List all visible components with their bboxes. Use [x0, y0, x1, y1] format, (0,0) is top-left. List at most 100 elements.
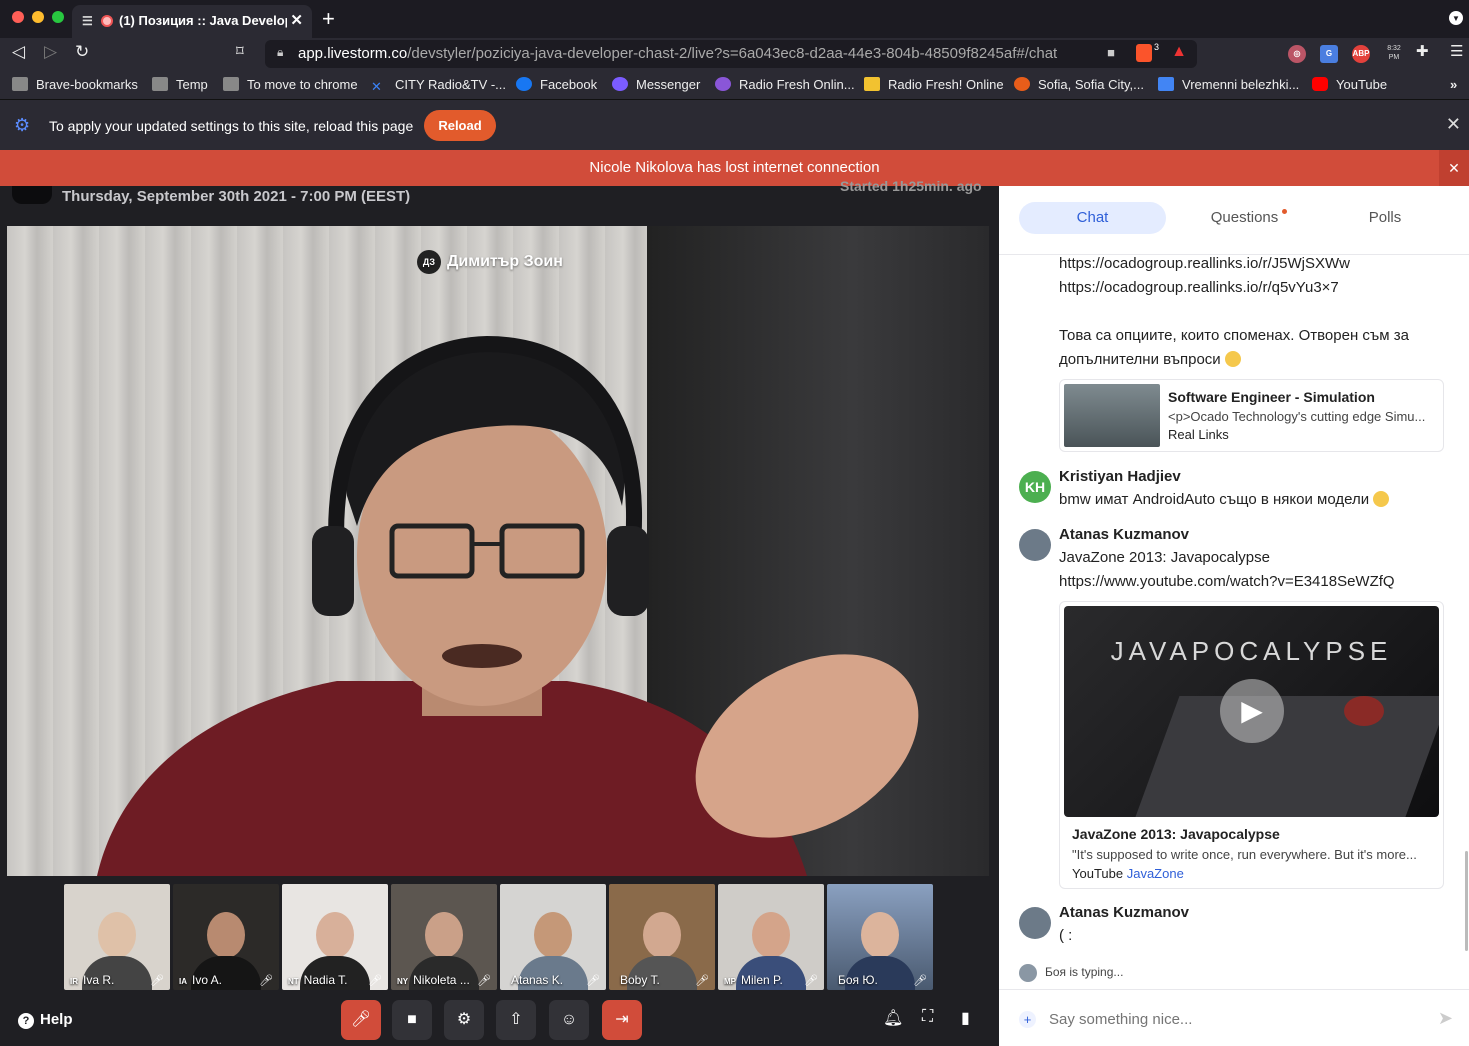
minimize-window-button[interactable]	[32, 11, 44, 23]
address-bar[interactable]: 🔒︎ app.livestorm.co/devstyler/poziciya-j…	[265, 40, 1197, 68]
radio-icon	[864, 77, 880, 91]
chat-link[interactable]: https://ocadogroup.reallinks.io/r/J5WjSX…	[1059, 255, 1350, 272]
participant-tile[interactable]: IR Iva R. 🎤︎	[64, 884, 170, 990]
share-screen-button[interactable]: ⇧	[496, 1000, 536, 1040]
participant-label: Боя Ю.	[838, 973, 878, 987]
close-icon[interactable]: ✕	[1446, 114, 1461, 135]
maximize-window-button[interactable]	[52, 11, 64, 23]
camera-button[interactable]: ■	[392, 1000, 432, 1040]
mic-muted-icon: 🎤︎	[368, 975, 382, 987]
settings-button[interactable]: ⚙	[444, 1000, 484, 1040]
video-thumbnail[interactable]: JAVAPOCALYPSE ▶	[1064, 606, 1439, 817]
bookmark-item[interactable]: Facebook	[516, 77, 597, 92]
camera-icon[interactable]: ■	[1107, 45, 1115, 60]
participant-video	[861, 912, 899, 958]
bookmark-item[interactable]: Temp	[152, 77, 208, 92]
navigation-bar: ◁ ▷ ↻ ⌑ 🔒︎ app.livestorm.co/devstyler/po…	[0, 38, 1469, 70]
forward-icon[interactable]: ▷	[44, 42, 57, 62]
chat-link[interactable]: https://ocadogroup.reallinks.io/r/q5vYu3…	[1059, 279, 1339, 296]
alert-message: Nicole Nikolova has lost internet connec…	[589, 159, 880, 176]
reactions-button[interactable]: ☺	[549, 1000, 589, 1040]
extension-icon[interactable]: ◎	[1288, 45, 1306, 63]
participant-tile[interactable]: NT Nadia T. 🎤︎	[282, 884, 388, 990]
speaker-initials: ДЗ	[417, 250, 441, 274]
bookmarks-bar: Brave-bookmarks Temp To move to chrome ✕…	[0, 70, 1469, 100]
back-icon[interactable]: ◁	[12, 42, 25, 62]
preview-source: Real Links	[1168, 427, 1229, 442]
tab-polls[interactable]: Polls	[1339, 202, 1431, 234]
participant-video	[207, 912, 245, 958]
adblock-icon[interactable]: ABP	[1352, 45, 1370, 63]
extensions-icon[interactable]: ✚	[1416, 42, 1429, 60]
add-attachment-icon[interactable]: +	[1019, 1011, 1036, 1028]
chat-input[interactable]	[1049, 1007, 1419, 1031]
chat-author: Atanas Kuzmanov	[1059, 526, 1190, 543]
mute-microphone-button[interactable]: 🎤︎	[341, 1000, 381, 1040]
facebook-icon	[516, 77, 532, 91]
participant-video	[752, 912, 790, 958]
fullscreen-icon[interactable]: ⛶	[922, 1008, 933, 1026]
brave-shield-icon[interactable]	[1136, 44, 1152, 62]
send-icon[interactable]: ➤	[1438, 1008, 1453, 1029]
participant-label: IA Ivo A.	[179, 973, 223, 987]
tab-chat[interactable]: Chat	[1019, 202, 1166, 234]
browser-tab[interactable]: ☰ (1) Позиция :: Java Develope ✕	[72, 5, 312, 38]
main-video[interactable]: ДЗ Димитър Зоин	[7, 226, 989, 876]
translate-icon[interactable]: G	[1320, 45, 1338, 63]
mic-muted-icon: 🎤︎	[586, 975, 600, 987]
participant-tile[interactable]: Boby T. 🎤︎	[609, 884, 715, 990]
participant-label: IR Iva R.	[70, 973, 115, 987]
chat-text: ( :	[1059, 927, 1073, 944]
smile-emoji-icon	[1373, 491, 1390, 507]
url-text: app.livestorm.co/devstyler/poziciya-java…	[298, 45, 1058, 62]
reload-icon[interactable]: ↻	[75, 42, 89, 62]
chat-link[interactable]: https://www.youtube.com/watch?v=E3418SeW…	[1059, 573, 1395, 590]
participant-tile[interactable]: Atanas K. 🎤︎	[500, 884, 606, 990]
mic-muted-icon: 🎤︎	[259, 975, 273, 987]
recording-icon	[101, 15, 113, 27]
close-alert-icon[interactable]: ✕	[1439, 150, 1469, 186]
brave-rewards-icon[interactable]: ▲	[1171, 43, 1187, 61]
bookmark-item[interactable]: To move to chrome	[223, 77, 358, 92]
bookmark-item[interactable]: Sofia, Sofia City,...	[1014, 77, 1144, 92]
bookmark-item[interactable]: Messenger	[612, 77, 700, 92]
panel-tabs: Chat Questions Polls	[1019, 202, 1459, 234]
tab-questions[interactable]: Questions	[1189, 202, 1309, 234]
participant-tile[interactable]: IA Ivo A. 🎤︎	[173, 884, 279, 990]
notifications-icon[interactable]: 🔔︎	[883, 1008, 903, 1028]
video-preview-card[interactable]: JAVAPOCALYPSE ▶ JavaZone 2013: Javapocal…	[1059, 601, 1444, 889]
bookmark-item[interactable]: ✕ CITY Radio&TV -...	[371, 77, 506, 94]
participant-tile[interactable]: NY Nikoleta ... 🎤︎	[391, 884, 497, 990]
chat-scrollbar[interactable]	[1465, 851, 1468, 951]
more-bookmarks-icon[interactable]: »	[1450, 77, 1457, 92]
event-logo	[12, 186, 52, 204]
close-window-button[interactable]	[12, 11, 24, 23]
bookmark-item[interactable]: Radio Fresh Onlin...	[715, 77, 855, 92]
close-tab-icon[interactable]: ✕	[290, 11, 303, 29]
bookmark-icon[interactable]: ⌑	[236, 42, 244, 60]
tab-menu-icon[interactable]: ▼	[1449, 11, 1463, 25]
bookmark-item[interactable]: YouTube	[1312, 77, 1387, 92]
new-tab-button[interactable]: +	[322, 6, 335, 32]
participant-tile[interactable]: Боя Ю. 🎤︎	[827, 884, 933, 990]
link-preview-card[interactable]: Software Engineer - Simulation <p>Ocado …	[1059, 379, 1444, 452]
play-icon[interactable]: ▶	[1220, 679, 1284, 743]
bookmark-item[interactable]: Vremenni belezhki...	[1158, 77, 1299, 92]
toggle-panel-icon[interactable]: ▮	[961, 1008, 970, 1028]
menu-icon[interactable]: ☰	[1450, 42, 1463, 60]
leave-button[interactable]: ⇥	[602, 1000, 642, 1040]
preview-title: Software Engineer - Simulation	[1168, 389, 1375, 405]
mic-muted-icon: 🎤︎	[804, 975, 818, 987]
help-icon: ?	[18, 1013, 34, 1029]
tab-title: (1) Позиция :: Java Develope	[119, 13, 287, 28]
participant-tile[interactable]: MP Milen P. 🎤︎	[718, 884, 824, 990]
chat-text: bmw имат AndroidAuto също в някои модели	[1059, 491, 1390, 508]
participant-video	[534, 912, 572, 958]
bookmark-item[interactable]: Brave-bookmarks	[12, 77, 138, 92]
reload-button[interactable]: Reload	[424, 110, 496, 141]
help-button[interactable]: ? Help	[18, 1011, 73, 1029]
city-icon: ✕	[371, 79, 382, 94]
session-date: Thursday, September 30th 2021 - 7:00 PM …	[62, 188, 411, 205]
bookmark-item[interactable]: Radio Fresh! Online	[864, 77, 1004, 92]
participants-filmstrip: IR Iva R. 🎤︎ IA Ivo A. 🎤︎ NT Nadia T. 🎤︎ NY…	[64, 884, 934, 990]
